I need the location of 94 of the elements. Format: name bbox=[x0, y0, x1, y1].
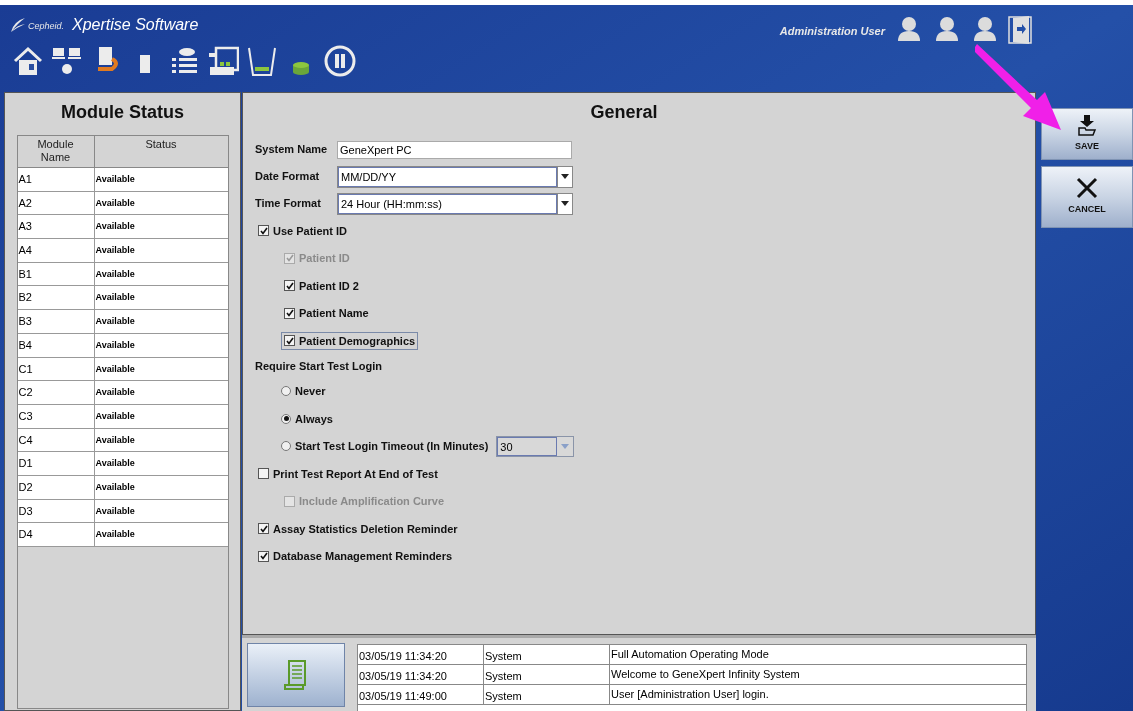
user-name: Administration User bbox=[779, 24, 885, 39]
table-cell-text: Available bbox=[94, 480, 136, 494]
checkbox[interactable] bbox=[258, 523, 269, 535]
brand-name: Cepheid. bbox=[28, 19, 65, 33]
table-cell-text: Available bbox=[94, 362, 136, 376]
table-cell-text: Available bbox=[94, 409, 136, 423]
network-computers-icon[interactable] bbox=[51, 45, 83, 77]
table-cell: A4 bbox=[17, 239, 95, 262]
checkbox[interactable] bbox=[284, 307, 295, 319]
checkbox-label: Patient ID bbox=[299, 251, 350, 266]
checkbox[interactable] bbox=[258, 468, 269, 480]
checkbox-label: Assay Statistics Deletion Reminder bbox=[273, 521, 458, 537]
table-cell: A3 bbox=[17, 215, 95, 239]
caret-icon bbox=[561, 201, 569, 206]
table-cell: B4 bbox=[17, 333, 95, 357]
radio-label: Never bbox=[295, 384, 326, 399]
table-cell-text: Available bbox=[94, 173, 136, 186]
field-label: Date Format bbox=[255, 169, 321, 185]
instrument-icon[interactable] bbox=[207, 45, 239, 77]
table-cell: C1 bbox=[17, 357, 95, 381]
table-cell-text: Available bbox=[94, 267, 136, 281]
section-heading: Require Start Test Login bbox=[255, 358, 382, 374]
table-cell-text: Welcome to GeneXpert Infinity System bbox=[610, 666, 801, 682]
save-button[interactable]: SAVE bbox=[1041, 108, 1133, 160]
radio-button[interactable] bbox=[281, 386, 291, 397]
table-cell-text: Available bbox=[94, 528, 136, 542]
table-cell: D3 bbox=[17, 499, 95, 523]
table-cell: A1 bbox=[17, 168, 95, 191]
checkbox-label: Use Patient ID bbox=[273, 223, 347, 239]
system-name-field[interactable]: GeneXpert PC bbox=[337, 140, 572, 159]
table-cell-text: Available bbox=[94, 196, 136, 210]
table-cell: C4 bbox=[17, 428, 95, 452]
table-cell-text: Available bbox=[94, 291, 136, 305]
field-label: Time Format bbox=[255, 196, 322, 212]
table-cell-text: Available bbox=[94, 504, 136, 518]
format-dropdown[interactable]: MM/DD/YY bbox=[337, 165, 573, 188]
home-icon[interactable] bbox=[12, 45, 44, 77]
radio-label: Always bbox=[295, 411, 333, 427]
table-cell-text: Available bbox=[94, 315, 136, 329]
checkbox-label: Patient Demographics bbox=[299, 333, 416, 349]
table-cell-text: Full Automation Operating Mode bbox=[610, 646, 770, 662]
column-header: Module Name bbox=[17, 136, 95, 167]
checkbox-label: Include Amplification Curve bbox=[299, 494, 445, 509]
table-cell: 03/05/19 11:34:20 bbox=[358, 664, 484, 684]
checkbox[interactable] bbox=[284, 280, 295, 292]
table-cell: 03/05/19 11:34:20 bbox=[358, 644, 484, 664]
checkbox-label: Patient Name bbox=[299, 306, 369, 321]
table-cell: C2 bbox=[17, 381, 95, 404]
format-dropdown[interactable]: 24 Hour (HH:mm:ss) bbox=[337, 192, 573, 215]
table-cell: D1 bbox=[17, 452, 95, 475]
table-cell: D2 bbox=[17, 475, 95, 499]
field-label: System Name bbox=[255, 142, 329, 158]
checkbox-label: Patient ID 2 bbox=[299, 278, 359, 294]
table-cell: D4 bbox=[17, 523, 95, 546]
scroll-icon bbox=[283, 658, 309, 691]
table-cell-text: Available bbox=[94, 220, 136, 234]
panel-title: General bbox=[590, 101, 658, 124]
exit-door-icon[interactable] bbox=[1007, 15, 1033, 45]
table-cell-text: Available bbox=[94, 457, 136, 471]
table-cell: System bbox=[484, 684, 610, 704]
waste-bin-icon[interactable] bbox=[246, 45, 278, 77]
checkbox-label: Database Management Reminders bbox=[273, 549, 453, 564]
radio-button[interactable] bbox=[281, 413, 291, 424]
table-cell: System bbox=[484, 644, 610, 664]
table-cell: 03/05/19 11:49:00 bbox=[358, 684, 484, 704]
checkbox[interactable] bbox=[258, 225, 269, 237]
table-cell: C3 bbox=[17, 404, 95, 428]
table-cell: A2 bbox=[17, 191, 95, 215]
caret-icon bbox=[561, 174, 569, 179]
table-cell: B1 bbox=[17, 262, 95, 286]
save-icon bbox=[1076, 114, 1098, 137]
table-cell-text: User [Administration User] login. bbox=[610, 686, 770, 702]
checkbox[interactable] bbox=[284, 335, 295, 347]
close-icon bbox=[1076, 177, 1098, 200]
table-cell-text: Available bbox=[94, 244, 136, 258]
logo-icon bbox=[10, 17, 26, 33]
radio-button[interactable] bbox=[281, 441, 291, 452]
table-cell: B3 bbox=[17, 310, 95, 333]
table-cell: System bbox=[484, 664, 610, 684]
app-title: Xpertise Software bbox=[72, 15, 199, 35]
pause-icon[interactable] bbox=[324, 45, 356, 77]
caret-icon bbox=[561, 443, 570, 449]
column-header: Status bbox=[144, 137, 178, 152]
radio-label: Start Test Login Timeout (In Minutes) bbox=[295, 439, 489, 454]
checkbox-label: Print Test Report At End of Test bbox=[273, 466, 438, 482]
table-cell-text: Available bbox=[94, 433, 136, 447]
table-cell-text: Available bbox=[94, 386, 136, 400]
panel-title: Module Status bbox=[61, 101, 184, 124]
checkbox[interactable] bbox=[258, 550, 269, 562]
log-button[interactable] bbox=[247, 642, 345, 707]
timeout-dropdown[interactable]: 30 bbox=[496, 435, 575, 457]
cancel-button[interactable]: CANCEL bbox=[1041, 166, 1133, 228]
table-cell-text: Available bbox=[94, 338, 136, 352]
table-cell: B2 bbox=[17, 286, 95, 310]
